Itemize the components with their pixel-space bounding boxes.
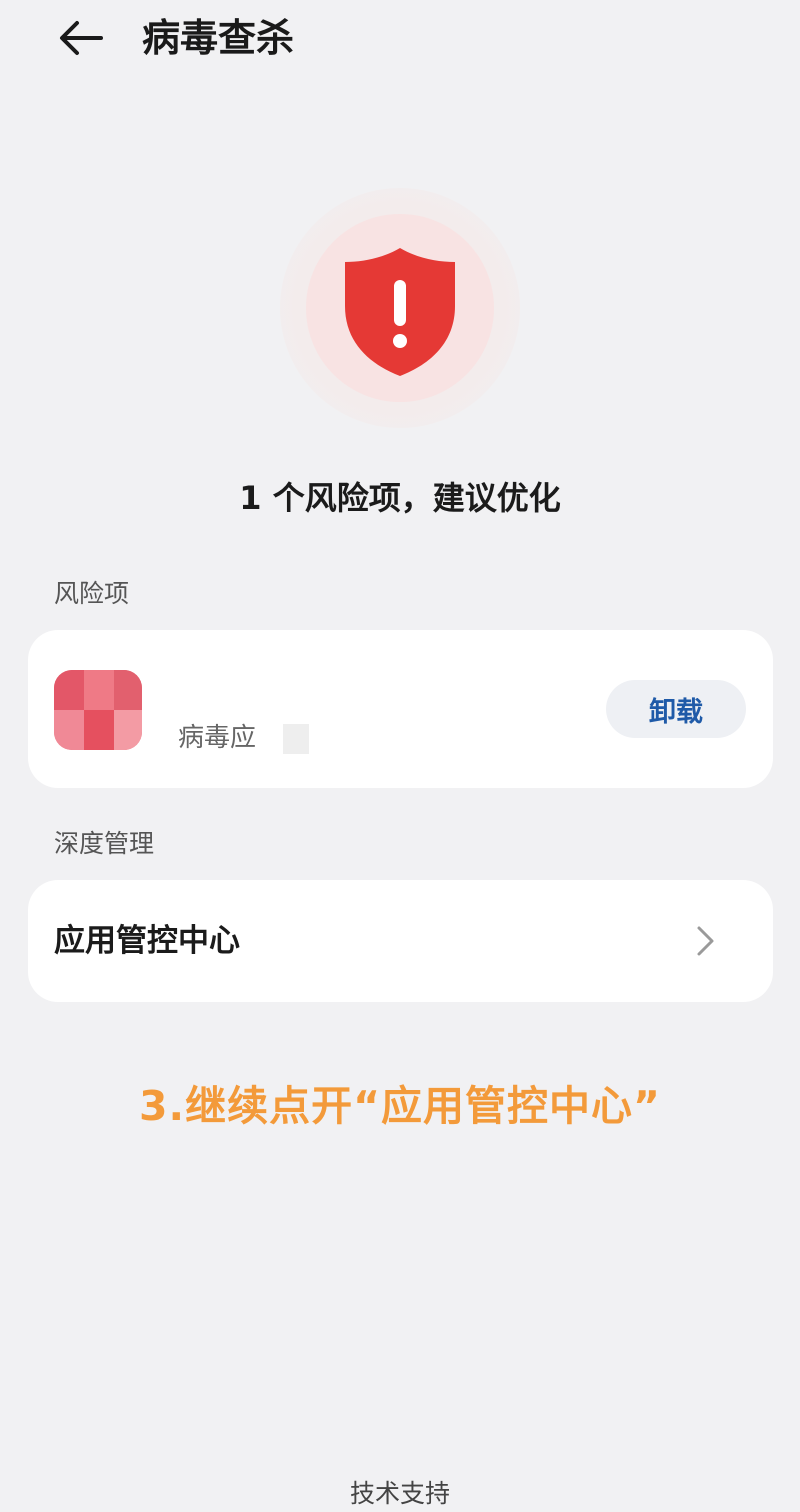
tech-support-link[interactable]: 技术支持	[0, 1476, 800, 1512]
chevron-right-icon	[697, 926, 714, 956]
app-control-center-label: 应用管控中心	[54, 923, 240, 959]
app-type-label: 病毒应	[178, 723, 257, 753]
deep-section-label: 深度管理	[54, 829, 155, 858]
status-graphic	[280, 188, 520, 428]
arrow-left-icon	[60, 21, 103, 55]
risk-section-label: 风险项	[54, 579, 130, 608]
status-text: 1 个风险项，建议优化	[239, 479, 561, 517]
app-name-redacted	[178, 672, 302, 708]
back-button[interactable]	[50, 10, 110, 66]
risk-item-card: 病毒应 卸载	[28, 630, 773, 788]
page-title: 病毒查杀	[142, 16, 295, 60]
app-header: 病毒查杀	[0, 0, 800, 80]
uninstall-button[interactable]: 卸载	[606, 680, 746, 738]
redacted-block	[283, 724, 309, 754]
app-control-center-item[interactable]: 应用管控中心	[28, 880, 773, 1002]
shield-alert-icon	[345, 248, 455, 376]
app-icon	[54, 670, 142, 750]
tutorial-caption: 3.继续点开“应用管控中心”	[139, 1082, 661, 1130]
